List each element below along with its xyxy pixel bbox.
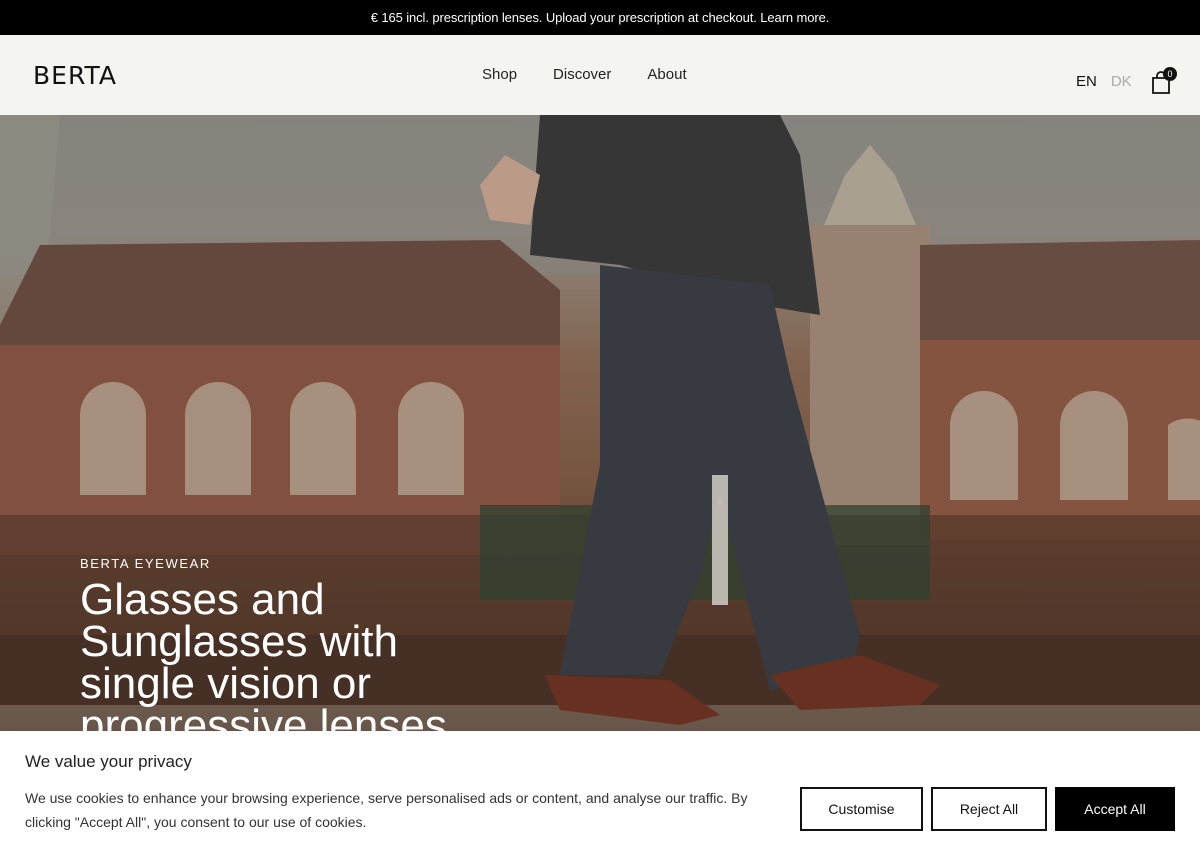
brand-logo[interactable]: BERTA [33,61,117,90]
cookie-banner: We value your privacy We use cookies to … [0,731,1200,850]
hero-headline: Glasses and Sunglasses with single visio… [80,575,447,732]
customise-button[interactable]: Customise [800,787,923,831]
nav-item-discover[interactable]: Discover [553,66,611,83]
announcement-bar[interactable]: € 165 incl. prescription lenses. Upload … [0,0,1200,35]
cookie-body: We use cookies to enhance your browsing … [25,790,748,830]
site-header: BERTA Shop Discover About EN DK 0 [0,35,1200,115]
cookie-title: We value your privacy [25,752,192,771]
main-nav: Shop Discover About [482,66,687,83]
announcement-text[interactable]: € 165 incl. prescription lenses. Upload … [371,10,830,25]
lang-dk[interactable]: DK [1111,73,1132,90]
hero-text-block: BERTA EYEWEAR Glasses and Sunglasses wit… [80,556,500,731]
hero-eyebrow: BERTA EYEWEAR [80,556,211,571]
nav-item-about[interactable]: About [647,66,686,83]
language-switcher: EN DK [1076,73,1132,90]
hero-section: BERTA EYEWEAR Glasses and Sunglasses wit… [0,115,1200,731]
lang-en[interactable]: EN [1076,73,1097,90]
cart-count-badge: 0 [1163,67,1177,81]
nav-item-shop[interactable]: Shop [482,66,517,83]
reject-all-button[interactable]: Reject All [931,787,1047,831]
accept-all-button[interactable]: Accept All [1055,787,1175,831]
